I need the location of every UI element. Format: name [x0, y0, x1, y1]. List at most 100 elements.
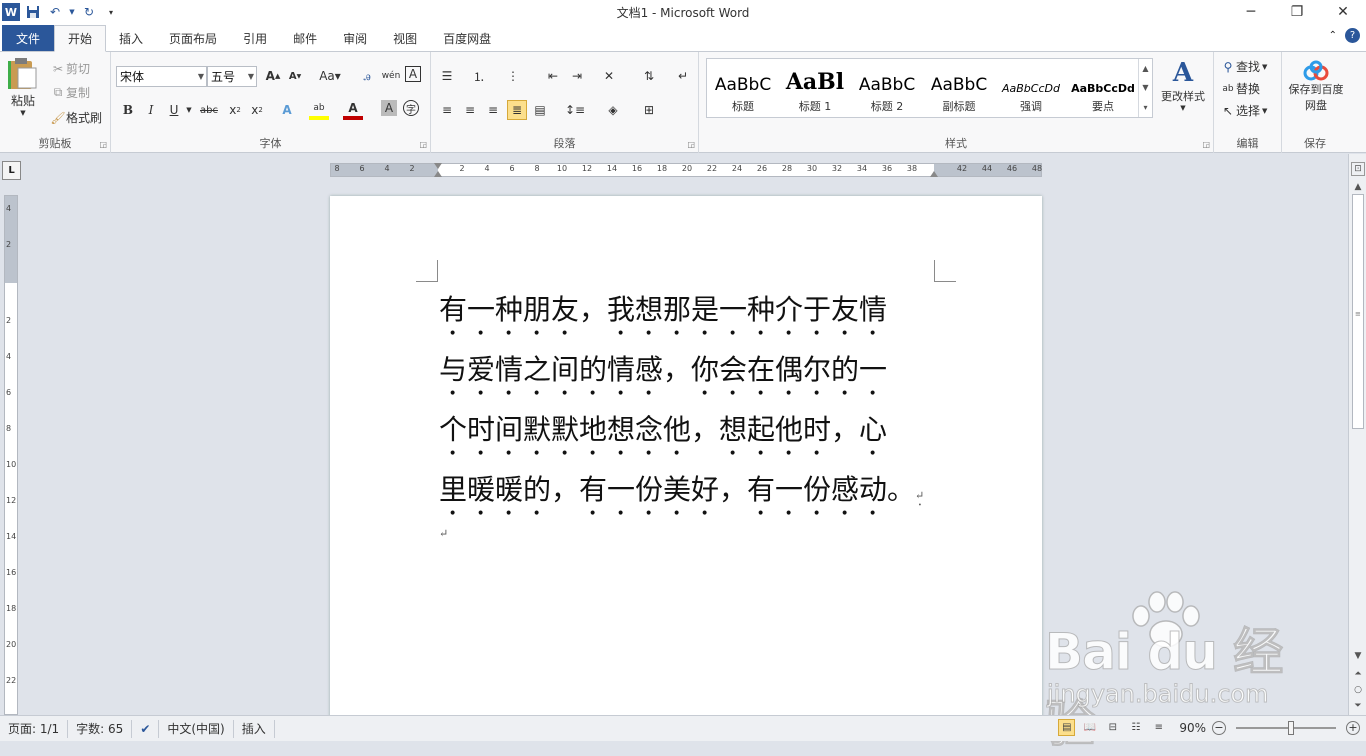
zoom-slider[interactable] [1236, 720, 1336, 735]
enclose-characters-icon[interactable]: 字 [403, 100, 419, 116]
document-body[interactable]: 有一种朋友，我想那是一种介于友情 与爱情之间的情感，你会在偶尔的一 个时间默默地… [439, 282, 939, 544]
help-icon[interactable]: ? [1345, 28, 1360, 43]
ruler-toggle-icon[interactable]: ⊡ [1351, 162, 1365, 176]
web-layout-icon[interactable]: ⊟ [1104, 719, 1121, 736]
scroll-down-icon[interactable]: ▼ [1351, 649, 1365, 663]
italic-icon[interactable]: I [141, 100, 161, 120]
redo-icon[interactable]: ↻ [80, 3, 98, 21]
tab-page-layout[interactable]: 页面布局 [156, 25, 230, 51]
numbering-icon[interactable]: ⒈ [469, 66, 489, 86]
status-page[interactable]: 页面: 1/1 [0, 719, 69, 738]
tab-mailings[interactable]: 邮件 [280, 25, 330, 51]
browse-object-icon[interactable]: ○ [1351, 683, 1365, 697]
restore-button[interactable]: ❐ [1274, 0, 1320, 24]
subscript-icon[interactable]: x2 [225, 100, 245, 120]
style-heading-1[interactable]: AaBl 标题 1 [779, 59, 851, 117]
zoom-in-icon[interactable]: + [1346, 720, 1360, 735]
shading-icon[interactable]: ◈ [603, 100, 623, 120]
tab-selector-button[interactable]: L [2, 161, 21, 180]
character-border-icon[interactable]: A [405, 66, 421, 82]
save-to-baidu-button[interactable]: 保存到百度网盘 [1286, 60, 1346, 114]
font-name-select[interactable]: 宋体 ▼ [116, 66, 207, 87]
font-size-select[interactable]: 五号 ▼ [207, 66, 257, 87]
tab-references[interactable]: 引用 [230, 25, 280, 51]
draft-view-icon[interactable]: ≡ [1150, 719, 1167, 736]
full-screen-reading-icon[interactable]: 📖 [1081, 719, 1098, 736]
font-dialog-launcher-icon[interactable]: ◲ [419, 140, 427, 149]
first-line-indent-marker[interactable] [434, 163, 442, 169]
horizontal-ruler[interactable]: 8 6 4 2 2 4 6 8 10 12 14 16 18 20 22 24 26 28 30 32 34 36 38 42… [330, 163, 1042, 177]
undo-icon[interactable]: ↶ [46, 3, 64, 21]
cut-button[interactable]: ✂ 剪切 [50, 60, 90, 77]
bold-icon[interactable]: B [118, 100, 138, 120]
zoom-slider-knob[interactable] [1288, 720, 1294, 735]
style-subtitle[interactable]: AaBbC 副标题 [923, 59, 995, 117]
grow-font-icon[interactable]: A ▲ [263, 66, 283, 86]
style-heading-2[interactable]: AaBbC 标题 2 [851, 59, 923, 117]
tab-home[interactable]: 开始 [54, 25, 107, 52]
show-marks-icon[interactable]: ↵ [673, 66, 693, 86]
styles-gallery-scroll[interactable]: ▲ ▼ ▾ [1138, 59, 1152, 117]
undo-dropdown-icon[interactable]: ▼ [68, 3, 76, 21]
collapse-ribbon-icon[interactable]: ⌃ [1329, 30, 1337, 41]
save-icon[interactable] [24, 3, 42, 21]
change-styles-button[interactable]: A 更改样式 ▼ [1156, 58, 1210, 112]
tab-baidu-netdisk[interactable]: 百度网盘 [430, 25, 504, 51]
underline-dropdown-icon[interactable]: ▼ [184, 100, 194, 120]
scroll-up-icon[interactable]: ▲ [1351, 180, 1365, 194]
text-effects-icon[interactable]: A [277, 100, 297, 120]
align-left-icon[interactable]: ≡ [437, 100, 457, 120]
tab-insert[interactable]: 插入 [106, 25, 156, 51]
zoom-out-icon[interactable]: − [1212, 720, 1226, 735]
status-word-count[interactable]: 字数: 65 [68, 719, 133, 738]
style-strong[interactable]: AaBbCcDd 要点 [1067, 59, 1139, 117]
word-logo-icon[interactable]: W [2, 3, 20, 21]
change-case-icon[interactable]: Aa▾ [317, 66, 343, 86]
superscript-icon[interactable]: x2 [247, 100, 267, 120]
right-indent-marker[interactable] [930, 171, 938, 177]
tab-view[interactable]: 视图 [380, 25, 430, 51]
status-insert-mode[interactable]: 插入 [234, 719, 275, 738]
minimize-button[interactable]: ─ [1228, 0, 1274, 24]
shrink-font-icon[interactable]: A ▼ [285, 66, 305, 86]
tab-review[interactable]: 审阅 [330, 25, 380, 51]
distributed-icon[interactable]: ▤ [530, 100, 550, 120]
format-painter-button[interactable]: 🖌 格式刷 [50, 109, 102, 126]
replace-button[interactable]: ab 替换 [1220, 80, 1260, 97]
font-color-icon[interactable]: A [343, 100, 363, 120]
character-shading-icon[interactable]: A [381, 100, 397, 116]
bullets-icon[interactable]: ☰ [437, 66, 457, 86]
scroll-thumb[interactable]: ≡ [1352, 194, 1364, 429]
styles-dialog-launcher-icon[interactable]: ◲ [1202, 140, 1210, 149]
status-language[interactable]: 中文(中国) [159, 719, 234, 738]
multilevel-list-icon[interactable]: ⋮ [503, 66, 523, 86]
line-spacing-icon[interactable]: ↕≡ [565, 100, 585, 120]
style-emphasis[interactable]: AaBbCcDd 强调 [995, 59, 1067, 117]
copy-button[interactable]: ⧉ 复制 [50, 84, 90, 101]
document-page[interactable]: 有一种朋友，我想那是一种介于友情 与爱情之间的情感，你会在偶尔的一 个时间默默地… [330, 196, 1042, 715]
justify-icon[interactable]: ≣ [507, 100, 527, 120]
paragraph-dialog-launcher-icon[interactable]: ◲ [687, 140, 695, 149]
highlight-color-icon[interactable]: ab [309, 100, 329, 120]
vertical-scrollbar[interactable]: ⊡ ▲ ≡ ▼ ⏶ ○ ⏷ [1348, 154, 1366, 715]
style-title[interactable]: AaBbC 标题 [707, 59, 779, 117]
underline-icon[interactable]: U [164, 100, 184, 120]
next-page-icon[interactable]: ⏷ [1351, 699, 1365, 713]
decrease-indent-icon[interactable]: ⇤ [543, 66, 563, 86]
previous-page-icon[interactable]: ⏶ [1351, 667, 1365, 681]
find-button[interactable]: ⚲ 查找 ▼ [1220, 58, 1268, 75]
align-right-icon[interactable]: ≡ [483, 100, 503, 120]
clear-formatting-icon[interactable]: ꭿ [357, 66, 377, 86]
increase-indent-icon[interactable]: ⇥ [567, 66, 587, 86]
paste-dropdown-icon[interactable]: ▼ [20, 109, 25, 117]
strikethrough-icon[interactable]: abc [199, 100, 219, 120]
zoom-level[interactable]: 90% [1179, 721, 1206, 735]
sort-icon[interactable]: ⇅ [639, 66, 659, 86]
tab-file[interactable]: 文件 [2, 25, 55, 51]
left-indent-marker[interactable] [434, 171, 442, 177]
clipboard-dialog-launcher-icon[interactable]: ◲ [99, 140, 107, 149]
vertical-ruler[interactable]: 4 2 2 4 6 8 10 12 14 16 18 20 22 [4, 195, 18, 715]
close-button[interactable]: ✕ [1320, 0, 1366, 24]
outline-view-icon[interactable]: ☷ [1127, 719, 1144, 736]
borders-icon[interactable]: ⊞ [639, 100, 659, 120]
